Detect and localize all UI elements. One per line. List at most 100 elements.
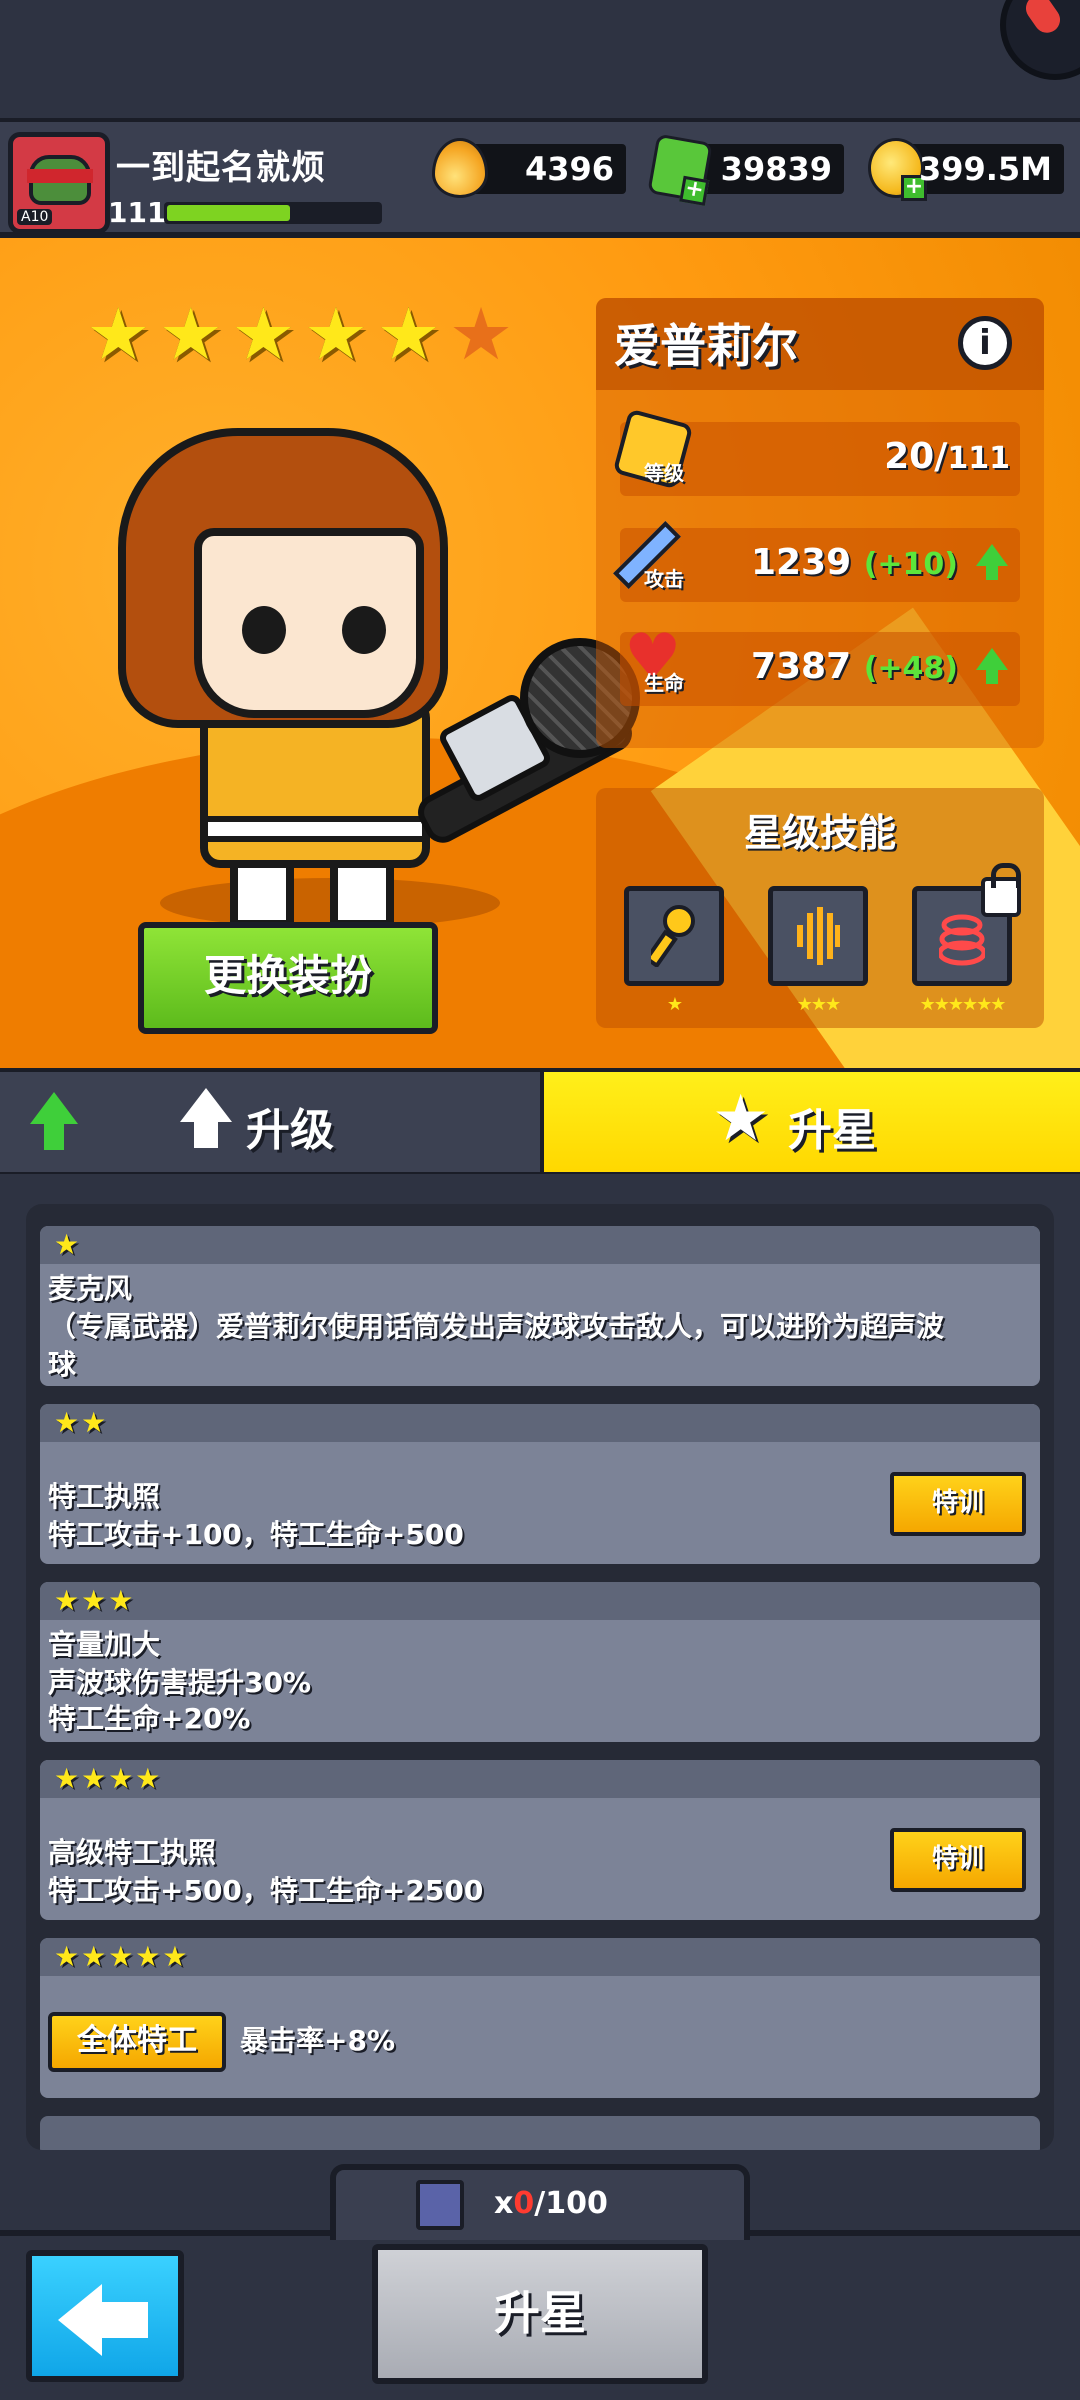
filled-star-icon: ★ <box>158 292 224 376</box>
fuel-counter[interactable]: 4396 <box>432 138 626 198</box>
tab-upgrade[interactable]: 升级 <box>0 1072 540 1172</box>
gem-counter[interactable]: + 39839 <box>647 133 844 206</box>
list-item: ★★ 特工执照 特工攻击+100，特工生命+500 特训 <box>40 1404 1040 1564</box>
tab-bar: 升级 ★ 升星 <box>0 1068 1080 1174</box>
list-item: ★★★★★ 全体特工 暴击率+8% <box>40 1938 1040 2098</box>
card-star-requirement: ★★★★ <box>54 1762 163 1795</box>
card-desc: 暴击率+8% <box>240 2024 395 2057</box>
star-rewards-list[interactable]: ★ 麦克风 （专属武器）爱普莉尔使用话筒发出声波球攻击敌人，可以进阶为超声波 球… <box>26 1204 1054 2150</box>
xp-bar <box>164 202 382 224</box>
microphone-icon <box>651 905 695 967</box>
filled-star-icon: ★ <box>86 292 151 376</box>
info-icon[interactable]: i <box>958 316 1012 370</box>
star-icon: ★ <box>712 1082 770 1156</box>
card-header: ★★★ <box>40 1582 1040 1620</box>
card-desc: 特工生命+20% <box>48 1702 251 1735</box>
gem-icon: + <box>647 133 713 206</box>
skill-microphone[interactable] <box>624 886 724 986</box>
card-title: 高级特工执照 <box>48 1836 217 1869</box>
upgrade-arrow-icon <box>180 1088 232 1148</box>
coin-icon: + <box>868 138 927 201</box>
player-name: 一到起名就烦 <box>116 148 326 188</box>
star-up-button[interactable]: 升星 <box>372 2244 708 2384</box>
hero-panel: ★ ★ ★ ★ ★ ★ 更换装扮 爱普莉尔 i 等级 20/111 攻击 123… <box>0 238 1080 1068</box>
card-title: 特工执照 <box>48 1480 161 1513</box>
list-item: ★★★ 音量加大 声波球伤害提升30% 特工生命+20% <box>40 1582 1040 1742</box>
character-leg <box>330 858 394 928</box>
character-eye <box>242 606 286 654</box>
empty-star-icon: ★ <box>448 292 514 376</box>
floating-button[interactable] <box>1000 0 1080 80</box>
train-button[interactable]: 特训 <box>890 1472 1026 1536</box>
hp-label: 生命 <box>644 671 684 695</box>
attack-value: 1239 (+10) <box>750 542 958 583</box>
player-avatar[interactable]: A10 <box>8 132 110 234</box>
hp-up-arrow-icon <box>976 648 1008 684</box>
mask-icon <box>27 169 93 183</box>
filled-star-icon: ★ <box>376 292 441 376</box>
level-label: 等级 <box>644 461 684 485</box>
tab-star-up[interactable]: ★ 升星 <box>544 1072 1080 1172</box>
character-eye <box>342 606 386 654</box>
sonic-ring-icon <box>939 914 985 966</box>
character-face <box>194 528 424 718</box>
card-header: ★ <box>40 1226 1040 1264</box>
attack-bonus: (+10) <box>863 547 958 582</box>
skill-book-icon <box>416 2180 464 2230</box>
card-star-requirement: ★★★★★ <box>54 1940 190 1973</box>
hero-star-rating: ★ ★ ★ ★ ★ ★ <box>86 298 513 370</box>
level-value: 20/111 <box>884 436 1010 477</box>
hp-value: 7387 (+48) <box>750 646 958 687</box>
star-skills-title: 星级技能 <box>743 811 896 855</box>
fuel-value: 4396 <box>524 150 614 188</box>
attack-up-arrow-icon <box>976 544 1008 580</box>
change-outfit-button[interactable]: 更换装扮 <box>138 922 438 1034</box>
coin-value: 399.5M <box>918 150 1052 188</box>
coin-counter[interactable]: + 399.5M <box>868 138 1064 201</box>
card-desc: 声波球伤害提升30% <box>48 1666 312 1699</box>
back-arrow-icon <box>58 2284 148 2356</box>
skill-1-stars: ★ <box>666 994 683 1015</box>
star-skills-panel: 星级技能 ★ ★★★ ★★★★★★ <box>596 788 1044 1028</box>
list-item-partial <box>40 2116 1040 2150</box>
hp-bonus: (+48) <box>863 651 958 686</box>
fuel-drop-icon <box>432 138 488 198</box>
skill-sound-wave[interactable] <box>768 886 868 986</box>
tab-upgrade-label: 升级 <box>246 1105 334 1156</box>
card-star-requirement: ★★★ <box>54 1584 136 1617</box>
skill-2-stars: ★★★ <box>796 994 841 1015</box>
card-star-requirement: ★★ <box>54 1406 109 1439</box>
card-star-requirement: ★ <box>54 1228 82 1261</box>
heart-icon: ♥ 生命 <box>616 622 692 702</box>
card-desc: 特工攻击+100，特工生命+500 <box>48 1518 464 1551</box>
cost-text: x0/100 <box>494 2186 608 2221</box>
player-header: A10 一到起名就烦 111 4396 + 39839 + 399.5M <box>0 118 1080 238</box>
sound-wave-icon <box>797 907 840 965</box>
hero-character <box>110 418 640 978</box>
level-stat: 等级 20/111 <box>612 408 1020 496</box>
card-header: ★★★★ <box>40 1760 1040 1798</box>
upgrade-available-arrow-icon <box>30 1092 78 1150</box>
character-belt <box>208 816 422 842</box>
hp-stat: ♥ 生命 7387 (+48) <box>620 626 1020 706</box>
card-desc: （专属武器）爱普莉尔使用话筒发出声波球攻击敌人，可以进阶为超声波 <box>48 1310 945 1343</box>
back-button[interactable] <box>26 2250 184 2382</box>
train-button[interactable]: 特训 <box>890 1828 1026 1892</box>
attack-stat: 攻击 1239 (+10) <box>613 521 1020 602</box>
level-badge-icon: 等级 <box>612 408 694 492</box>
tab-star-up-label: 升星 <box>788 1105 876 1156</box>
sword-icon: 攻击 <box>613 518 692 598</box>
xp-bar-fill <box>167 205 290 221</box>
filled-star-icon: ★ <box>303 292 369 376</box>
lock-icon <box>981 863 1021 917</box>
add-gem-icon[interactable]: + <box>679 175 710 206</box>
card-header: ★★★★★ <box>40 1938 1040 1976</box>
status-area <box>0 0 1080 118</box>
star-up-cost: x0/100 <box>330 2164 750 2240</box>
game-screen: A10 一到起名就烦 111 4396 + 39839 + 399.5M ★ ★ ★… <box>0 0 1080 2400</box>
character-leg <box>230 858 294 928</box>
skill-sonic-ring[interactable] <box>912 863 1021 986</box>
hero-name-bar: 爱普莉尔 i <box>596 298 1044 390</box>
player-level: 111 <box>108 196 167 229</box>
hero-name: 爱普莉尔 <box>614 319 798 373</box>
